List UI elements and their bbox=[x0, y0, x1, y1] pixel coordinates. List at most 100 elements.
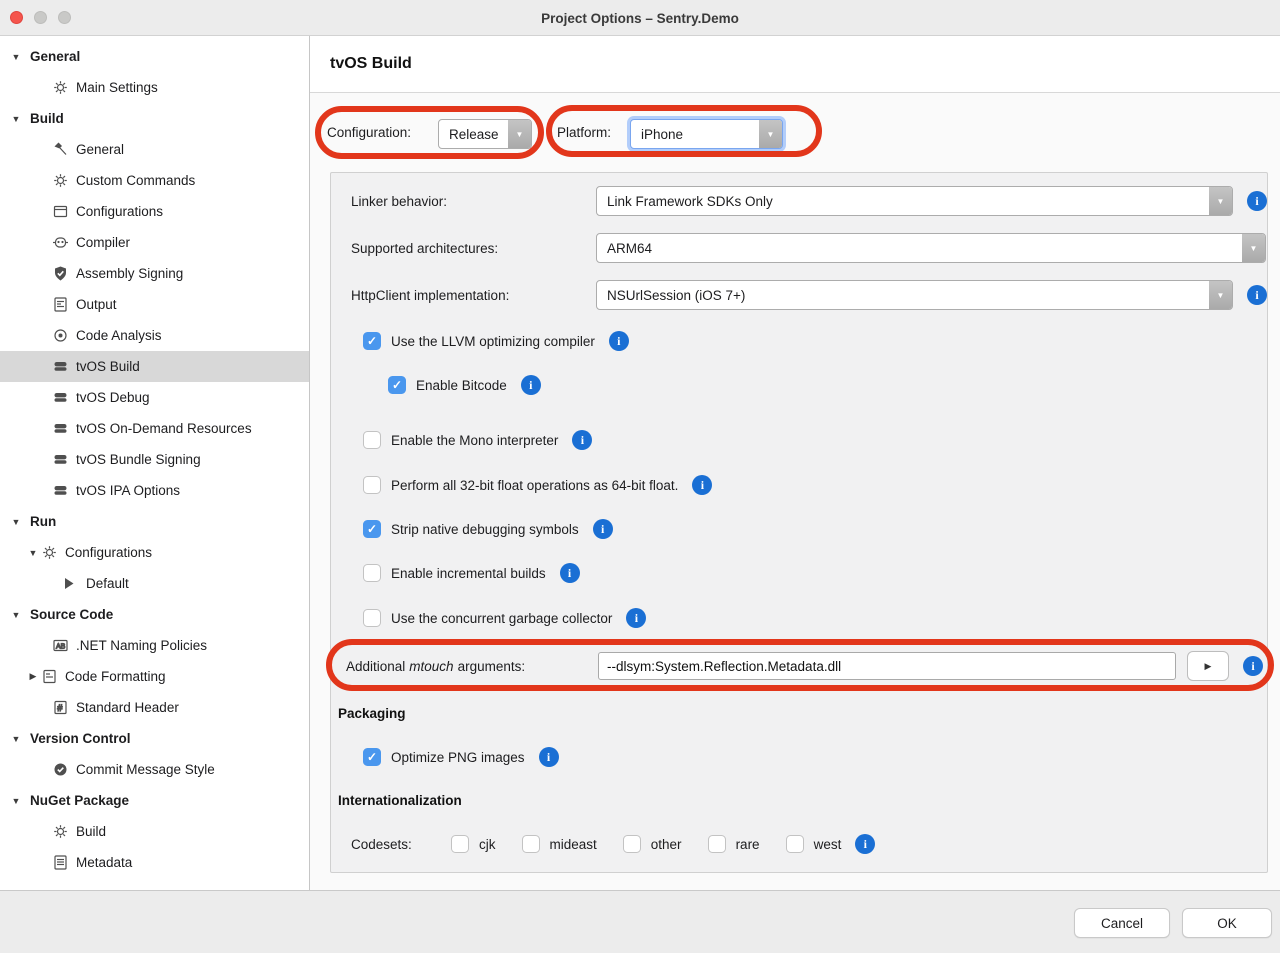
codeset-other-checkbox[interactable] bbox=[623, 835, 641, 853]
cancel-button[interactable]: Cancel bbox=[1074, 908, 1170, 938]
device-stack-icon bbox=[52, 358, 69, 375]
chevron-down-icon[interactable]: ▼ bbox=[10, 52, 22, 62]
chevron-down-icon[interactable]: ▼ bbox=[27, 548, 39, 558]
window-title: Project Options – Sentry.Demo bbox=[0, 0, 1280, 36]
title-bar: Project Options – Sentry.Demo bbox=[0, 0, 1280, 36]
sidebar-item-label: Code Analysis bbox=[76, 328, 162, 343]
project-options-dialog: Project Options – Sentry.Demo ▼ General … bbox=[0, 0, 1280, 953]
sidebar-item-general-section[interactable]: ▼ General bbox=[0, 41, 309, 72]
sidebar-item-compiler[interactable]: Compiler bbox=[0, 227, 309, 258]
codeset-west-checkbox[interactable] bbox=[786, 835, 804, 853]
sidebar-item-code-formatting[interactable]: ▶ Code Formatting bbox=[0, 661, 309, 692]
info-icon[interactable]: i bbox=[572, 430, 592, 450]
row-httpclient-implementation: HttpClient implementation: NSUrlSession … bbox=[331, 280, 1267, 310]
sidebar-item-label: tvOS On-Demand Resources bbox=[76, 421, 252, 436]
sidebar-item-run-section[interactable]: ▼ Run bbox=[0, 506, 309, 537]
enable-bitcode-checkbox[interactable]: ✓ bbox=[388, 376, 406, 394]
dialog-footer: Cancel OK bbox=[0, 890, 1280, 953]
platform-value: iPhone bbox=[641, 127, 683, 142]
float-operations-checkbox[interactable] bbox=[363, 476, 381, 494]
sidebar-item-source-code-section[interactable]: ▼ Source Code bbox=[0, 599, 309, 630]
info-icon[interactable]: i bbox=[692, 475, 712, 495]
sidebar-item-label: Commit Message Style bbox=[76, 762, 215, 777]
supported-architectures-select[interactable]: ARM64 ▼ bbox=[596, 233, 1266, 263]
chevron-down-icon[interactable]: ▼ bbox=[10, 796, 22, 806]
chevron-down-icon[interactable]: ▼ bbox=[10, 114, 22, 124]
sidebar-item-tvos-bundle-signing[interactable]: tvOS Bundle Signing bbox=[0, 444, 309, 475]
info-icon[interactable]: i bbox=[1243, 656, 1263, 676]
play-icon: ▶ bbox=[1205, 661, 1212, 672]
strip-symbols-checkbox[interactable]: ✓ bbox=[363, 520, 381, 538]
svg-text:#: # bbox=[57, 703, 62, 713]
chevron-right-icon[interactable]: ▶ bbox=[27, 671, 39, 682]
llvm-compiler-checkbox[interactable]: ✓ bbox=[363, 332, 381, 350]
sidebar-item-label: Code Formatting bbox=[65, 669, 166, 684]
sidebar-item-main-settings[interactable]: Main Settings bbox=[0, 72, 309, 103]
sidebar-item-label: Metadata bbox=[76, 855, 132, 870]
check-circle-icon bbox=[52, 761, 69, 778]
sidebar-item-nuget-metadata[interactable]: Metadata bbox=[0, 847, 309, 878]
sidebar-item-tvos-ipa-options[interactable]: tvOS IPA Options bbox=[0, 475, 309, 506]
info-icon[interactable]: i bbox=[539, 747, 559, 767]
httpclient-implementation-select[interactable]: NSUrlSession (iOS 7+) ▼ bbox=[596, 280, 1233, 310]
mtouch-arguments-input[interactable]: --dlsym:System.Reflection.Metadata.dll bbox=[598, 652, 1176, 680]
sidebar-item-assembly-signing[interactable]: Assembly Signing bbox=[0, 258, 309, 289]
sidebar-item-tvos-on-demand-resources[interactable]: tvOS On-Demand Resources bbox=[0, 413, 309, 444]
chevron-down-icon[interactable]: ▼ bbox=[10, 610, 22, 620]
codeset-mideast-checkbox[interactable] bbox=[522, 835, 540, 853]
document-dash-icon bbox=[41, 668, 58, 685]
ok-button[interactable]: OK bbox=[1182, 908, 1272, 938]
sidebar-item-build-section[interactable]: ▼ Build bbox=[0, 103, 309, 134]
sidebar-item-build-general[interactable]: General bbox=[0, 134, 309, 165]
sidebar-item-label: General bbox=[30, 49, 80, 64]
linker-behavior-label: Linker behavior: bbox=[331, 194, 596, 209]
optimize-png-checkbox[interactable]: ✓ bbox=[363, 748, 381, 766]
row-float-operations: Perform all 32-bit float operations as 6… bbox=[331, 470, 1267, 500]
chevron-down-icon[interactable]: ▼ bbox=[10, 517, 22, 527]
sidebar-item-label: tvOS IPA Options bbox=[76, 483, 180, 498]
incremental-builds-checkbox[interactable] bbox=[363, 564, 381, 582]
concurrent-gc-checkbox[interactable] bbox=[363, 609, 381, 627]
codeset-cjk-checkbox[interactable] bbox=[451, 835, 469, 853]
info-icon[interactable]: i bbox=[521, 375, 541, 395]
sidebar-item-version-control-section[interactable]: ▼ Version Control bbox=[0, 723, 309, 754]
sidebar-item-nuget-build[interactable]: Build bbox=[0, 816, 309, 847]
sidebar-item-run-configurations[interactable]: ▼ Configurations bbox=[0, 537, 309, 568]
info-icon[interactable]: i bbox=[593, 519, 613, 539]
info-icon[interactable]: i bbox=[1247, 285, 1267, 305]
mtouch-arguments-label: Additionalmtoucharguments: bbox=[331, 659, 598, 674]
sidebar-item-tvos-debug[interactable]: tvOS Debug bbox=[0, 382, 309, 413]
linker-behavior-select[interactable]: Link Framework SDKs Only ▼ bbox=[596, 186, 1233, 216]
configuration-select[interactable]: Release ▼ bbox=[438, 119, 532, 149]
sidebar-item-configurations[interactable]: Configurations bbox=[0, 196, 309, 227]
info-icon[interactable]: i bbox=[626, 608, 646, 628]
sidebar-item-nuget-package-section[interactable]: ▼ NuGet Package bbox=[0, 785, 309, 816]
chevron-down-icon[interactable]: ▼ bbox=[10, 734, 22, 744]
sidebar-item-code-analysis[interactable]: Code Analysis bbox=[0, 320, 309, 351]
sidebar-item-label: tvOS Debug bbox=[76, 390, 150, 405]
chevron-down-icon: ▼ bbox=[759, 120, 782, 148]
mtouch-arguments-menu-button[interactable]: ▶ bbox=[1187, 651, 1229, 681]
codeset-rare-checkbox[interactable] bbox=[708, 835, 726, 853]
sidebar-item-output[interactable]: Output bbox=[0, 289, 309, 320]
sidebar-item-net-naming-policies[interactable]: AB .NET Naming Policies bbox=[0, 630, 309, 661]
codeset-rare-label: rare bbox=[736, 837, 760, 852]
sidebar-item-commit-message-style[interactable]: Commit Message Style bbox=[0, 754, 309, 785]
sidebar-item-standard-header[interactable]: # Standard Header bbox=[0, 692, 309, 723]
row-llvm-compiler: ✓ Use the LLVM optimizing compiler i bbox=[331, 326, 1267, 356]
info-icon[interactable]: i bbox=[855, 834, 875, 854]
mono-interpreter-checkbox[interactable] bbox=[363, 431, 381, 449]
sidebar-item-label: Main Settings bbox=[76, 80, 158, 95]
robot-icon bbox=[52, 234, 69, 251]
sidebar-item-tvos-build[interactable]: tvOS Build bbox=[0, 351, 309, 382]
gear-icon bbox=[52, 79, 69, 96]
platform-select[interactable]: iPhone ▼ bbox=[630, 119, 783, 149]
info-icon[interactable]: i bbox=[560, 563, 580, 583]
sidebar-item-run-default[interactable]: Default bbox=[0, 568, 309, 599]
info-icon[interactable]: i bbox=[609, 331, 629, 351]
mtouch-arguments-value: --dlsym:System.Reflection.Metadata.dll bbox=[607, 659, 841, 674]
configuration-label: Configuration: bbox=[327, 125, 411, 140]
sidebar-item-custom-commands[interactable]: Custom Commands bbox=[0, 165, 309, 196]
chevron-down-icon: ▼ bbox=[508, 120, 531, 148]
info-icon[interactable]: i bbox=[1247, 191, 1267, 211]
